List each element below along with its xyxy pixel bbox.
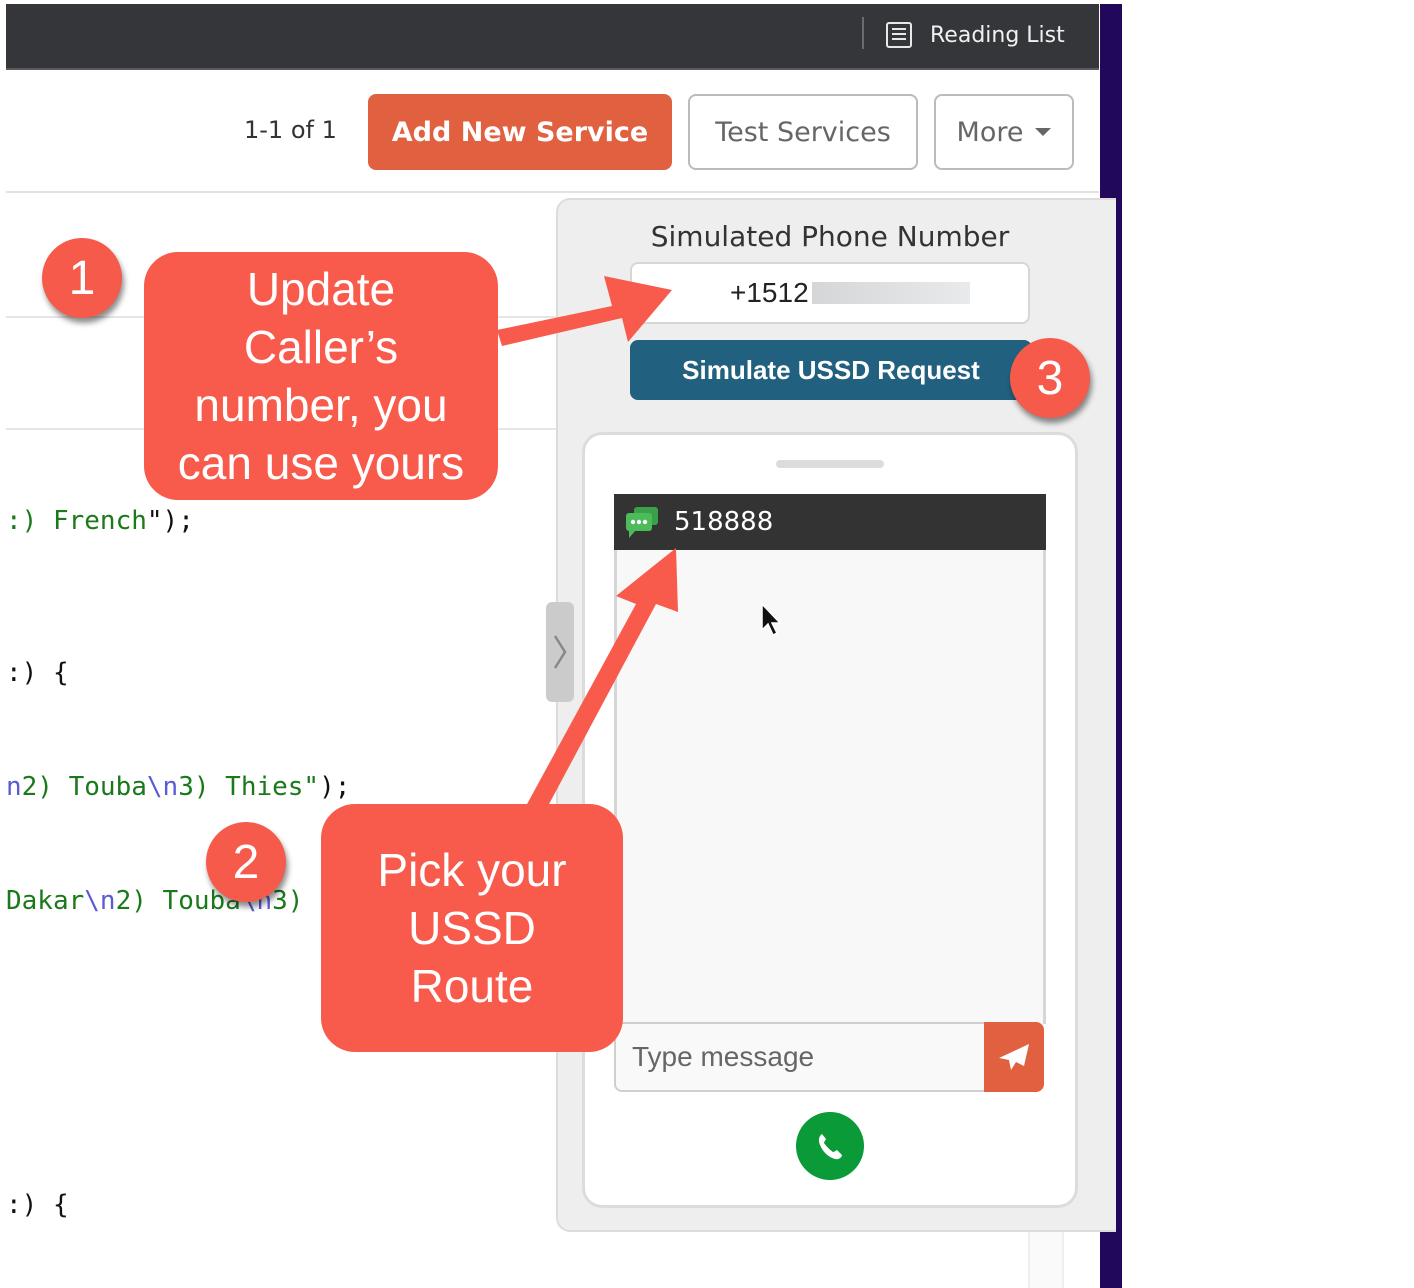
callout-line: Route (410, 960, 534, 1012)
callout-line: Update (246, 263, 396, 315)
callout-update-caller-number: Update Caller’s number, you can use your… (144, 252, 498, 500)
callout-line: USSD (408, 902, 536, 954)
callout-line: can use yours (177, 437, 465, 489)
annotation-arrows (497, 276, 678, 806)
step-badge-3: 3 (1010, 338, 1090, 418)
mouse-cursor-icon (761, 602, 782, 637)
callout-pick-ussd-route: Pick your USSD Route (321, 804, 623, 1052)
arrow-to-phone-input (497, 276, 672, 346)
callout-line: number, you (194, 379, 448, 431)
callout-line: Pick your (377, 844, 567, 896)
arrow-to-route-header (526, 548, 678, 806)
step-badge-2: 2 (206, 822, 286, 902)
step-badge-1: 1 (42, 238, 122, 318)
callout-line: Caller’s (243, 321, 399, 373)
